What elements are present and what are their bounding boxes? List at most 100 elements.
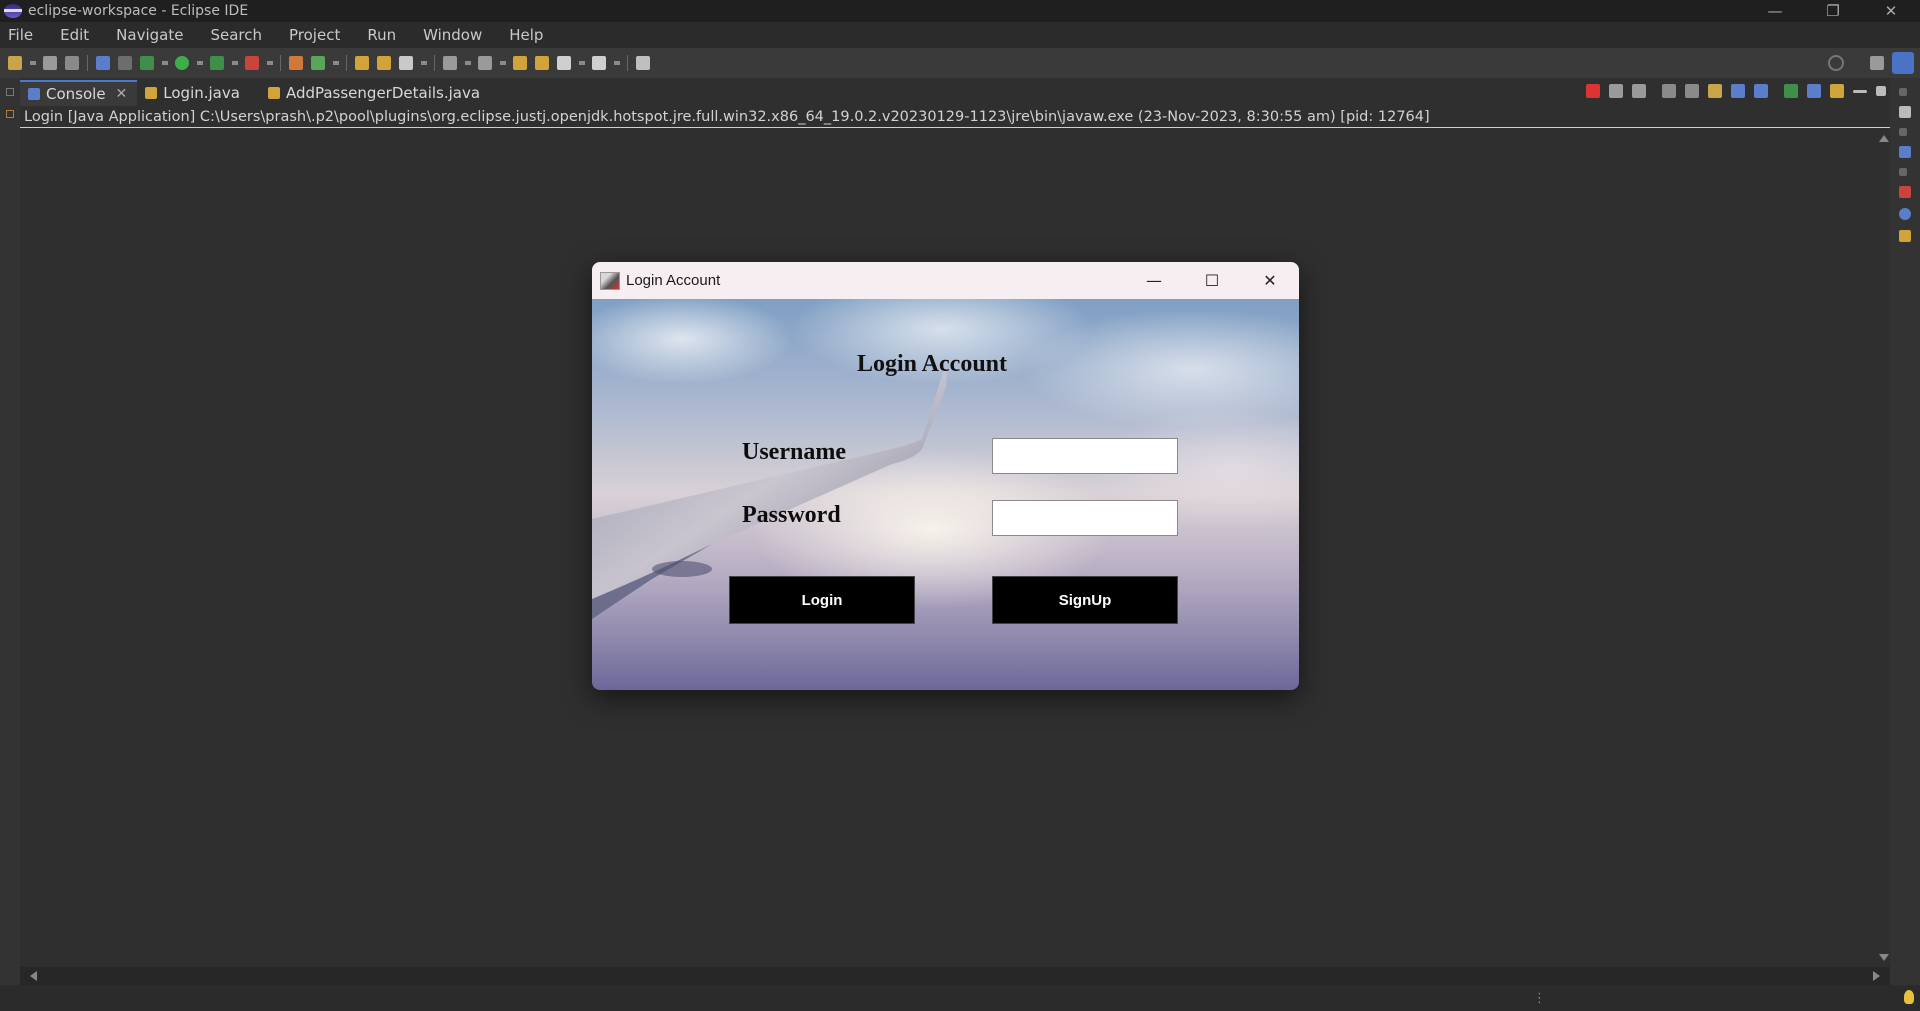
remove-all-launches-icon[interactable] — [1632, 84, 1646, 98]
dialog-minimize-button[interactable]: — — [1125, 262, 1183, 299]
problems-icon[interactable] — [1899, 186, 1911, 198]
external-tools-icon[interactable] — [245, 56, 259, 70]
menu-search[interactable]: Search — [210, 26, 262, 44]
status-bar-handle[interactable]: ⋮ — [1533, 991, 1546, 1006]
menu-project[interactable]: Project — [289, 26, 340, 44]
next-annotation-dropdown-icon[interactable] — [500, 61, 506, 65]
view-tab-bar: Console ✕ Login.java AddPassengerDetails… — [20, 78, 1890, 106]
dialog-maximize-button[interactable]: ☐ — [1183, 262, 1241, 299]
restore-view-icon[interactable] — [1899, 88, 1907, 96]
tips-lightbulb-icon[interactable] — [1904, 990, 1914, 1004]
password-field[interactable] — [992, 500, 1178, 536]
restore-view-icon[interactable] — [1899, 128, 1907, 136]
outline-icon[interactable] — [1899, 146, 1911, 158]
declaration-icon[interactable] — [1899, 230, 1911, 242]
eclipse-logo-icon — [4, 4, 22, 18]
tab-addpassengerdetails-java[interactable]: AddPassengerDetails.java — [260, 80, 490, 106]
forward-dropdown-icon[interactable] — [614, 61, 620, 65]
minimize-button[interactable]: — — [1746, 0, 1804, 22]
word-wrap-icon[interactable] — [1708, 84, 1722, 98]
open-console-icon[interactable] — [1830, 84, 1844, 98]
terminate-icon[interactable] — [1586, 84, 1600, 98]
scroll-left-arrow-icon[interactable] — [30, 971, 37, 981]
login-button[interactable]: Login — [729, 576, 915, 624]
debug-dropdown-icon[interactable] — [162, 61, 168, 65]
toolbar-separator — [434, 55, 435, 71]
restore-button[interactable]: ❐ — [1804, 0, 1862, 22]
back-icon[interactable] — [557, 56, 571, 70]
scroll-right-arrow-icon[interactable] — [1873, 971, 1880, 981]
search-tool-icon[interactable] — [399, 56, 413, 70]
menu-bar: File Edit Navigate Search Project Run Wi… — [0, 22, 1920, 48]
search-icon[interactable] — [1828, 55, 1844, 71]
close-tab-icon[interactable]: ✕ — [116, 86, 128, 102]
skip-breakpoints-icon[interactable] — [118, 56, 132, 70]
menu-navigate[interactable]: Navigate — [116, 26, 183, 44]
open-type-icon[interactable] — [355, 56, 369, 70]
toolbar-separator — [280, 55, 281, 71]
next-edit-icon[interactable] — [535, 56, 549, 70]
search-dropdown-icon[interactable] — [421, 61, 427, 65]
run-dropdown-icon[interactable] — [197, 61, 203, 65]
minimize-view-icon[interactable] — [1853, 89, 1867, 93]
pin-console-icon[interactable] — [1784, 84, 1798, 98]
console-horizontal-scrollbar[interactable] — [20, 967, 1890, 985]
save-icon[interactable] — [43, 56, 57, 70]
back-dropdown-icon[interactable] — [579, 61, 585, 65]
tab-label: Login.java — [163, 84, 240, 102]
task-list-icon[interactable] — [1899, 106, 1911, 118]
maximize-view-icon[interactable] — [1876, 86, 1886, 96]
signup-button[interactable]: SignUp — [992, 576, 1178, 624]
scroll-lock-icon[interactable] — [1685, 84, 1699, 98]
new-java-project-icon[interactable] — [289, 56, 303, 70]
menu-file[interactable]: File — [8, 26, 33, 44]
open-task-icon[interactable] — [377, 56, 391, 70]
menu-window[interactable]: Window — [423, 26, 482, 44]
show-on-stderr-icon[interactable] — [1754, 84, 1768, 98]
forward-icon[interactable] — [592, 56, 606, 70]
clear-console-icon[interactable] — [1662, 84, 1676, 98]
display-console-icon[interactable] — [1807, 84, 1821, 98]
java-app-icon — [600, 271, 620, 290]
annotation-dropdown-icon[interactable] — [465, 61, 471, 65]
javadoc-icon[interactable] — [1899, 208, 1911, 220]
console-view-toolbar — [1577, 78, 1890, 104]
username-field[interactable] — [992, 438, 1178, 474]
coverage-dropdown-icon[interactable] — [232, 61, 238, 65]
coverage-icon[interactable] — [210, 56, 224, 70]
console-vertical-scrollbar[interactable] — [1876, 129, 1890, 967]
annotation-icon[interactable] — [443, 56, 457, 70]
external-tools-dropdown-icon[interactable] — [267, 61, 273, 65]
menu-edit[interactable]: Edit — [60, 26, 89, 44]
new-icon[interactable] — [8, 56, 22, 70]
new-dropdown-icon[interactable] — [30, 61, 36, 65]
pin-editor-icon[interactable] — [636, 56, 650, 70]
java-file-icon — [267, 87, 280, 99]
remove-launch-icon[interactable] — [1609, 84, 1623, 98]
last-edit-icon[interactable] — [513, 56, 527, 70]
package-explorer-icon[interactable] — [6, 110, 14, 118]
close-button[interactable]: ✕ — [1862, 0, 1920, 22]
new-class-dropdown-icon[interactable] — [333, 61, 339, 65]
login-background-image: Login Account Username Password Login Si… — [592, 299, 1299, 690]
next-annotation-icon[interactable] — [478, 56, 492, 70]
toolbar-right — [1828, 48, 1920, 78]
show-on-stdout-icon[interactable] — [1731, 84, 1745, 98]
dialog-close-button[interactable]: ✕ — [1241, 262, 1299, 299]
java-perspective-icon[interactable] — [1892, 52, 1914, 74]
window-controls: — ❐ ✕ — [1746, 0, 1920, 22]
restore-view-icon[interactable] — [1899, 168, 1907, 176]
menu-run[interactable]: Run — [367, 26, 396, 44]
debug-icon[interactable] — [140, 56, 154, 70]
tab-console[interactable]: Console ✕ — [20, 80, 138, 106]
console-toggle-icon[interactable] — [96, 56, 110, 70]
new-class-icon[interactable] — [311, 56, 325, 70]
scroll-up-arrow-icon[interactable] — [1879, 135, 1889, 142]
run-icon[interactable] — [175, 56, 189, 70]
restore-view-icon[interactable] — [6, 88, 14, 96]
save-all-icon[interactable] — [65, 56, 79, 70]
open-perspective-icon[interactable] — [1870, 56, 1884, 70]
tab-login-java[interactable]: Login.java — [137, 80, 250, 106]
scroll-down-arrow-icon[interactable] — [1879, 954, 1889, 961]
menu-help[interactable]: Help — [509, 26, 543, 44]
